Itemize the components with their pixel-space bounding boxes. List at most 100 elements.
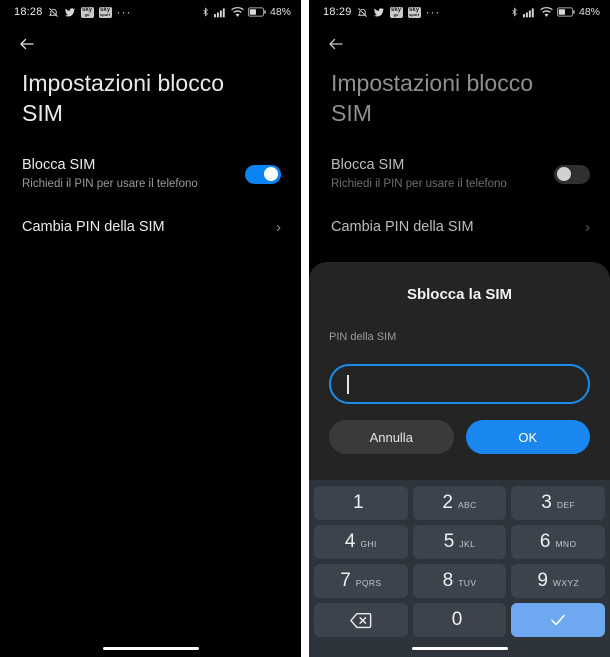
key-letters: JKL bbox=[459, 539, 476, 549]
pin-input[interactable] bbox=[329, 364, 590, 404]
key-digit: 7 bbox=[340, 570, 351, 591]
check-icon bbox=[547, 611, 569, 629]
battery-icon bbox=[247, 7, 266, 17]
more-icon: ··· bbox=[425, 5, 441, 19]
confirm-key[interactable] bbox=[511, 603, 606, 637]
status-bar-left-group: 18:28 sky go sky sport ··· bbox=[14, 5, 132, 19]
sky-go-icon: sky go bbox=[389, 6, 403, 18]
keypad-row-4: 0 bbox=[314, 603, 606, 637]
key-8[interactable]: 8 TUV bbox=[412, 564, 507, 598]
screenshot-stage: 18:28 sky go sky sport ··· 48% Impostazi… bbox=[0, 0, 610, 657]
key-letters: WXYZ bbox=[552, 578, 580, 588]
key-6[interactable]: 6 MNO bbox=[511, 525, 606, 559]
key-digit: 0 bbox=[451, 609, 463, 630]
toggle-knob bbox=[264, 167, 278, 181]
status-bar-left: 18:28 sky go sky sport ··· 48% bbox=[0, 0, 301, 24]
back-arrow-icon bbox=[16, 35, 38, 58]
battery-percent: 48% bbox=[578, 6, 600, 18]
status-time: 18:28 bbox=[14, 6, 43, 18]
change-sim-pin-texts: Cambia PIN della SIM bbox=[331, 218, 585, 237]
key-letters: DEF bbox=[556, 500, 576, 510]
status-time: 18:29 bbox=[323, 6, 352, 18]
mute-icon bbox=[357, 7, 368, 18]
mute-icon bbox=[48, 7, 59, 18]
key-digit: 8 bbox=[442, 570, 454, 591]
sim-lock-toggle-right[interactable] bbox=[554, 164, 590, 184]
home-indicator-left bbox=[102, 647, 199, 650]
key-digit: 9 bbox=[537, 570, 548, 591]
key-0[interactable]: 0 bbox=[412, 603, 507, 637]
key-letters: ABC bbox=[457, 500, 477, 510]
key-digit: 3 bbox=[541, 492, 552, 513]
sky-sport-icon: sky sport bbox=[407, 6, 421, 18]
twitter-icon bbox=[64, 7, 76, 18]
home-indicator-right bbox=[411, 647, 508, 650]
change-sim-pin-texts: Cambia PIN della SIM bbox=[22, 218, 276, 237]
status-bar-right-group: 48% bbox=[201, 6, 291, 18]
wifi-icon bbox=[231, 6, 244, 18]
key-5[interactable]: 5 JKL bbox=[412, 525, 507, 559]
dialog-title: Sblocca la SIM bbox=[406, 286, 513, 303]
key-digit: 1 bbox=[353, 492, 364, 513]
key-9[interactable]: 9 WXYZ bbox=[511, 564, 606, 598]
sky-go-icon: sky go bbox=[80, 6, 94, 18]
key-3[interactable]: 3 DEF bbox=[511, 486, 606, 520]
chevron-right-icon: › bbox=[276, 218, 281, 236]
cancel-button[interactable]: Annulla bbox=[329, 420, 454, 454]
back-button-right[interactable] bbox=[325, 32, 359, 60]
key-letters: MNO bbox=[555, 539, 577, 549]
more-icon: ··· bbox=[116, 5, 132, 19]
numeric-keypad: 1 2 ABC 3 DEF 4 GHI 5 JKL 6 MNO 7 PQRS 8… bbox=[309, 480, 610, 657]
key-2[interactable]: 2 ABC bbox=[412, 486, 507, 520]
back-arrow-icon bbox=[325, 35, 347, 58]
key-digit: 4 bbox=[344, 531, 356, 552]
sim-lock-texts: Blocca SIM Richiedi il PIN per usare il … bbox=[331, 156, 554, 192]
change-sim-pin-title: Cambia PIN della SIM bbox=[331, 218, 474, 235]
key-4[interactable]: 4 GHI bbox=[314, 525, 408, 559]
panel-divider bbox=[301, 0, 309, 657]
status-bar-left-group-2: 18:29 sky go sky sport ··· bbox=[323, 5, 441, 19]
keypad-row-2: 4 GHI 5 JKL 6 MNO bbox=[314, 525, 606, 559]
sim-lock-row-left[interactable]: Blocca SIM Richiedi il PIN per usare il … bbox=[0, 152, 301, 196]
sim-lock-subtitle: Richiedi il PIN per usare il telefono bbox=[22, 178, 198, 190]
sim-lock-subtitle: Richiedi il PIN per usare il telefono bbox=[331, 178, 507, 190]
text-caret bbox=[347, 374, 349, 394]
key-letters: PQRS bbox=[355, 578, 382, 588]
wifi-icon bbox=[540, 6, 553, 18]
phone-screen-left: 18:28 sky go sky sport ··· 48% Impostazi… bbox=[0, 0, 301, 657]
change-sim-pin-row-left[interactable]: Cambia PIN della SIM › bbox=[0, 212, 301, 242]
change-sim-pin-row-right[interactable]: Cambia PIN della SIM › bbox=[309, 212, 610, 242]
battery-percent: 48% bbox=[269, 6, 291, 18]
backspace-key[interactable] bbox=[314, 603, 408, 637]
ok-button[interactable]: OK bbox=[465, 420, 590, 454]
twitter-icon bbox=[373, 7, 385, 18]
bluetooth-icon bbox=[201, 6, 210, 18]
phone-screen-right: 18:29 sky go sky sport ··· 48% Impostazi… bbox=[309, 0, 610, 657]
sky-sport-icon: sky sport bbox=[98, 6, 112, 18]
unlock-sim-dialog: Sblocca la SIM PIN della SIM Annulla OK bbox=[309, 262, 610, 480]
back-button-left[interactable] bbox=[16, 32, 50, 60]
battery-icon bbox=[556, 7, 575, 17]
pin-field-label: PIN della SIM bbox=[329, 331, 397, 343]
chevron-right-icon: › bbox=[585, 218, 590, 236]
sim-lock-title: Blocca SIM bbox=[331, 157, 405, 173]
sim-lock-title: Blocca SIM bbox=[22, 157, 96, 173]
toggle-knob bbox=[557, 167, 571, 181]
sim-lock-texts: Blocca SIM Richiedi il PIN per usare il … bbox=[22, 156, 245, 192]
key-digit: 6 bbox=[539, 531, 551, 552]
status-bar-right: 18:29 sky go sky sport ··· 48% bbox=[309, 0, 610, 24]
backspace-icon bbox=[349, 612, 372, 629]
key-7[interactable]: 7 PQRS bbox=[314, 564, 408, 598]
key-digit: 2 bbox=[442, 492, 453, 513]
key-1[interactable]: 1 bbox=[314, 486, 408, 520]
bluetooth-icon bbox=[510, 6, 519, 18]
key-digit: 5 bbox=[443, 531, 455, 552]
key-letters: GHI bbox=[360, 539, 377, 549]
page-title-left: Impostazioni blocco SIM bbox=[22, 70, 224, 126]
status-bar-right-group-2: 48% bbox=[510, 6, 600, 18]
sim-lock-row-right[interactable]: Blocca SIM Richiedi il PIN per usare il … bbox=[309, 152, 610, 196]
signal-icon bbox=[522, 7, 536, 18]
sim-lock-toggle-left[interactable] bbox=[245, 164, 281, 184]
signal-icon bbox=[213, 7, 227, 18]
keypad-row-3: 7 PQRS 8 TUV 9 WXYZ bbox=[314, 564, 606, 598]
